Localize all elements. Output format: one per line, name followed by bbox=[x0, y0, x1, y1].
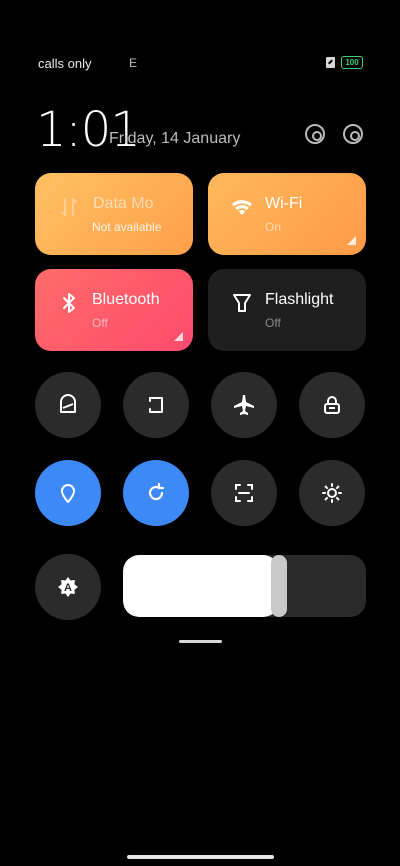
brightness-slider[interactable] bbox=[123, 555, 366, 617]
auto-rotate-icon bbox=[148, 482, 165, 501]
bluetooth-title: Bluetooth bbox=[92, 291, 160, 308]
status-bar: calls only E 100 bbox=[0, 56, 400, 72]
bluetooth-expand-icon[interactable] bbox=[174, 332, 183, 341]
wifi-status: On bbox=[265, 220, 282, 234]
scan-toggle[interactable] bbox=[211, 460, 277, 526]
airplane-toggle[interactable] bbox=[211, 372, 277, 438]
auto-brightness-toggle[interactable]: A bbox=[35, 554, 101, 620]
mute-toggle[interactable] bbox=[35, 372, 101, 438]
flashlight-tile[interactable]: Flashlight Off bbox=[208, 269, 366, 351]
scan-icon bbox=[235, 484, 253, 502]
screen-cast-icon bbox=[149, 397, 163, 413]
brightness-slider-fill[interactable] bbox=[123, 555, 287, 617]
network-type-label: E bbox=[129, 56, 138, 70]
edit-tiles-icon[interactable] bbox=[305, 124, 325, 144]
panel-drag-handle[interactable] bbox=[179, 640, 222, 643]
mute-icon bbox=[60, 394, 76, 413]
wifi-tile[interactable]: Wi-Fi On bbox=[208, 173, 366, 255]
carrier-label: calls only bbox=[38, 56, 92, 71]
flashlight-title: Flashlight bbox=[265, 291, 334, 308]
battery-icon: 100 bbox=[341, 56, 363, 69]
screen-cast-toggle[interactable] bbox=[123, 372, 189, 438]
airplane-icon bbox=[234, 395, 254, 415]
wifi-title: Wi-Fi bbox=[265, 195, 303, 212]
flashlight-status: Off bbox=[265, 316, 281, 330]
wifi-expand-icon[interactable] bbox=[347, 236, 356, 245]
sim-icon bbox=[326, 57, 335, 68]
brightness-icon bbox=[322, 483, 342, 503]
auto-brightness-letter: A bbox=[64, 582, 72, 594]
mobile-data-title: Data Mo bbox=[93, 195, 154, 212]
mobile-data-status: Not available bbox=[92, 220, 162, 234]
bluetooth-status: Off bbox=[92, 316, 108, 330]
clock-date[interactable]: Friday, 14 January bbox=[109, 130, 240, 148]
bluetooth-tile[interactable]: Bluetooth Off bbox=[35, 269, 193, 351]
bluetooth-icon bbox=[63, 293, 75, 313]
auto-rotate-toggle[interactable] bbox=[123, 460, 189, 526]
location-icon bbox=[61, 484, 75, 503]
wifi-icon bbox=[232, 200, 252, 215]
location-toggle[interactable] bbox=[35, 460, 101, 526]
mobile-data-icon bbox=[61, 198, 77, 216]
brightness-mode-toggle[interactable] bbox=[299, 460, 365, 526]
lock-icon bbox=[324, 396, 340, 414]
gesture-navigation-bar[interactable] bbox=[127, 855, 274, 859]
lock-toggle[interactable] bbox=[299, 372, 365, 438]
settings-gear-icon[interactable] bbox=[343, 124, 363, 144]
auto-brightness-icon: A bbox=[58, 577, 78, 597]
flashlight-icon bbox=[233, 294, 251, 312]
mobile-data-tile[interactable]: Data Mo Not available bbox=[35, 173, 193, 255]
